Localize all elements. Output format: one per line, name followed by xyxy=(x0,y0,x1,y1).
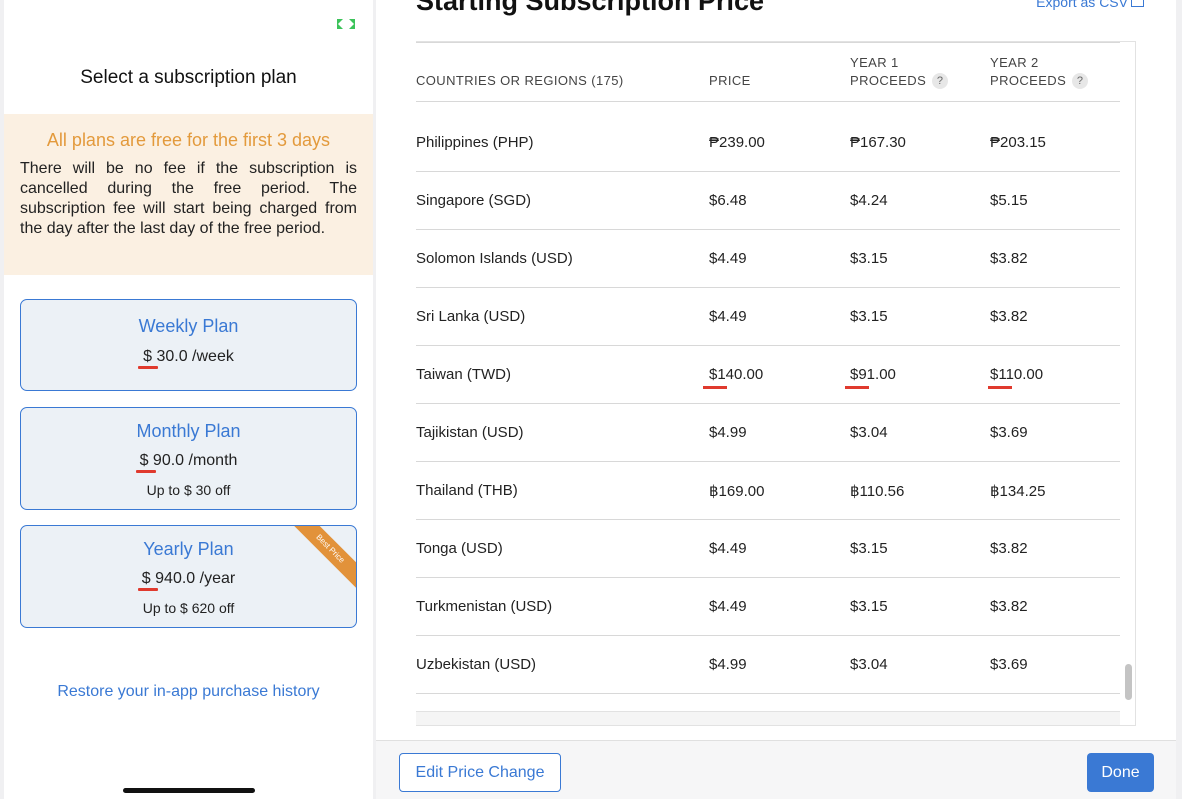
price-panel: Starting Subscription Price Export as CS… xyxy=(376,0,1176,799)
country-cell: Uzbekistan (USD) xyxy=(416,656,537,673)
year2-cell: $5.15 xyxy=(990,192,1028,209)
footer-bar: Edit Price Change Done xyxy=(376,740,1176,799)
year1-cell: $3.15 xyxy=(850,250,888,267)
country-cell: Thailand (THB) xyxy=(416,482,518,499)
table-row: Solomon Islands (USD) $4.49 $3.15 $3.82 xyxy=(416,230,1120,288)
price-cell: $4.49 xyxy=(709,308,747,325)
year1-cell: $3.15 xyxy=(850,598,888,615)
country-cell: Turkmenistan (USD) xyxy=(416,598,553,615)
table-row: Philippines (PHP) ₱239.00 ₱167.30 ₱203.1… xyxy=(416,114,1120,172)
restore-purchases-link[interactable]: Restore your in-app purchase history xyxy=(4,683,373,701)
year1-cell: $4.24 xyxy=(850,192,888,209)
table-row: Turkmenistan (USD) $4.49 $3.15 $3.82 xyxy=(416,578,1120,636)
help-icon[interactable]: ? xyxy=(1072,73,1089,89)
country-cell: Tonga (USD) xyxy=(416,540,503,557)
plan-name: Weekly Plan xyxy=(138,316,239,336)
done-button[interactable]: Done xyxy=(1087,753,1154,792)
year2-cell: $3.69 xyxy=(990,424,1028,441)
year1-cell: $3.04 xyxy=(850,424,888,441)
year1-cell: $3.04 xyxy=(850,656,888,673)
year2-cell: $3.82 xyxy=(990,250,1028,267)
currency-underline xyxy=(988,386,1012,389)
plan-price: $ 940.0 /year xyxy=(141,570,236,587)
plan-discount: Up to $ 30 off xyxy=(146,482,231,498)
app-window: Select a subscription plan All plans are… xyxy=(0,0,1182,799)
year1-cell: ₱167.30 xyxy=(850,134,906,151)
price-cell: $4.99 xyxy=(709,656,747,673)
price-cell: $4.49 xyxy=(709,540,747,557)
price-cell: ₱239.00 xyxy=(709,134,765,151)
section-heading: Starting Subscription Price xyxy=(416,0,765,16)
edit-price-change-button[interactable]: Edit Price Change xyxy=(399,753,561,792)
year2-cell: $110.00 xyxy=(990,366,1044,383)
table-row: Sri Lanka (USD) $4.49 $3.15 $3.82 xyxy=(416,288,1120,346)
country-cell: Taiwan (TWD) xyxy=(416,366,512,383)
page-title: Select a subscription plan xyxy=(80,67,297,88)
table-row: Tajikistan (USD) $4.99 $3.04 $3.69 xyxy=(416,404,1120,462)
currency-underline xyxy=(703,386,727,389)
price-underline xyxy=(136,470,156,473)
table-scrollbar[interactable] xyxy=(1125,664,1132,700)
yearly-plan-card[interactable]: Yearly Plan $ 940.0 /year Up to $ 620 of… xyxy=(20,525,357,628)
year2-cell: ₱203.15 xyxy=(990,134,1046,151)
weekly-plan-card[interactable]: Weekly Plan $ 30.0 /week xyxy=(20,299,357,391)
plan-discount: Up to $ 620 off xyxy=(142,600,235,616)
header-year1-line2: PROCEEDS xyxy=(850,73,927,88)
currency-underline xyxy=(845,386,869,389)
year2-cell: $3.82 xyxy=(990,308,1028,325)
header-price: PRICE xyxy=(709,73,751,88)
country-cell: Solomon Islands (USD) xyxy=(416,250,573,267)
header-year2-line1: YEAR 2 xyxy=(990,55,1039,70)
help-icon[interactable]: ? xyxy=(932,73,949,89)
price-underline xyxy=(138,366,158,369)
country-cell: Philippines (PHP) xyxy=(416,134,534,151)
country-cell: Sri Lanka (USD) xyxy=(416,308,526,325)
table-row: Taiwan (TWD) $140.00 $91.00 $110.00 xyxy=(416,346,1120,404)
plan-name: Yearly Plan xyxy=(143,539,234,559)
monthly-plan-card[interactable]: Monthly Plan $ 90.0 /month Up to $ 30 of… xyxy=(20,407,357,510)
year2-cell: $3.82 xyxy=(990,540,1028,557)
price-table: COUNTRIES OR REGIONS (175) PRICE YEAR 1 … xyxy=(416,41,1136,726)
table-row: Thailand (THB) ฿169.00 ฿110.56 ฿134.25 xyxy=(416,462,1120,520)
year1-cell: ฿110.56 xyxy=(850,483,905,500)
header-year2: YEAR 2 PROCEEDS? xyxy=(990,54,1089,90)
table-row: Uzbekistan (USD) $4.99 $3.04 $3.69 xyxy=(416,636,1120,694)
price-cell: $4.49 xyxy=(709,598,747,615)
subscription-panel: Select a subscription plan All plans are… xyxy=(4,0,373,799)
price-cell: ฿169.00 xyxy=(709,483,765,500)
country-cell: Tajikistan (USD) xyxy=(416,424,524,441)
year2-cell: $3.82 xyxy=(990,598,1028,615)
year1-cell: $3.15 xyxy=(850,308,888,325)
export-icon[interactable] xyxy=(1131,0,1144,7)
price-cell: $140.00 xyxy=(709,366,764,383)
plan-price: $ 30.0 /week xyxy=(143,348,234,365)
free-trial-title: All plans are free for the first 3 days xyxy=(46,130,331,150)
header-year1: YEAR 1 PROCEEDS? xyxy=(850,54,949,90)
year1-cell: $91.00 xyxy=(850,366,896,383)
home-indicator xyxy=(123,788,255,793)
header-year2-line2: PROCEEDS xyxy=(990,73,1067,88)
table-row: Tonga (USD) $4.49 $3.15 $3.82 xyxy=(416,520,1120,578)
table-row: Singapore (SGD) $6.48 $4.24 $5.15 xyxy=(416,172,1120,230)
export-csv-link[interactable]: Export as CSV xyxy=(1036,0,1128,10)
year2-cell: ฿134.25 xyxy=(990,483,1046,500)
plan-name: Monthly Plan xyxy=(136,421,241,441)
plan-price: $ 90.0 /month xyxy=(139,452,238,469)
table-header: COUNTRIES OR REGIONS (175) PRICE YEAR 1 … xyxy=(416,42,1120,102)
expand-icon[interactable] xyxy=(337,19,355,29)
table-bottom-strip xyxy=(416,711,1120,725)
price-cell: $4.99 xyxy=(709,424,747,441)
price-underline xyxy=(138,588,158,591)
price-cell: $6.48 xyxy=(709,192,747,209)
free-trial-text: There will be no fee if the subscription… xyxy=(20,160,357,237)
year2-cell: $3.69 xyxy=(990,656,1028,673)
price-cell: $4.49 xyxy=(709,250,747,267)
header-country: COUNTRIES OR REGIONS (175) xyxy=(416,73,624,88)
free-trial-notice: All plans are free for the first 3 days … xyxy=(4,114,373,275)
country-cell: Singapore (SGD) xyxy=(416,192,532,209)
year1-cell: $3.15 xyxy=(850,540,888,557)
header-year1-line1: YEAR 1 xyxy=(850,55,899,70)
